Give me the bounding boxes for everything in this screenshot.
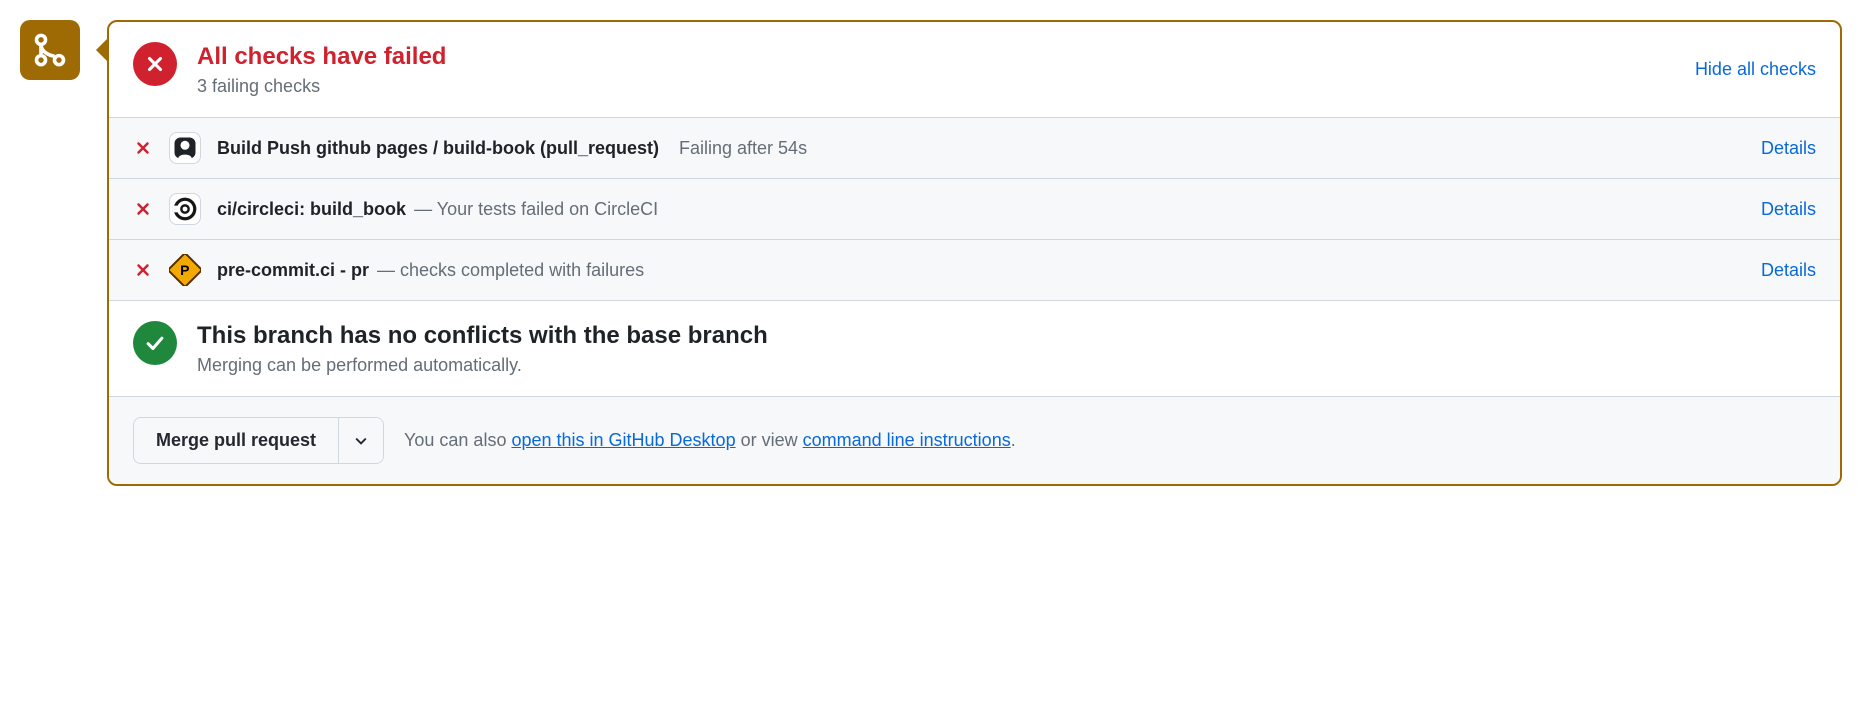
merge-status-panel: All checks have failed 3 failing checks … bbox=[107, 20, 1842, 486]
precommit-icon: P bbox=[169, 254, 201, 286]
check-details-link[interactable]: Details bbox=[1761, 260, 1816, 281]
check-desc: — checks completed with failures bbox=[377, 260, 644, 281]
chevron-down-icon bbox=[355, 435, 367, 447]
command-line-instructions-link[interactable]: command line instructions bbox=[803, 430, 1011, 450]
merge-footer-text: You can also open this in GitHub Desktop… bbox=[404, 430, 1016, 451]
check-time: Failing after 54s bbox=[679, 138, 807, 159]
status-failed-icon bbox=[133, 42, 177, 86]
merge-subtitle: Merging can be performed automatically. bbox=[197, 355, 1816, 376]
status-success-icon bbox=[133, 321, 177, 365]
checks-title: All checks have failed bbox=[197, 42, 1675, 72]
fail-x-icon bbox=[133, 260, 153, 280]
timeline-merge-badge bbox=[20, 20, 80, 80]
check-row: P pre-commit.ci - pr — checks completed … bbox=[109, 239, 1840, 300]
check-icon bbox=[144, 332, 166, 354]
check-details-link[interactable]: Details bbox=[1761, 199, 1816, 220]
checks-header: All checks have failed 3 failing checks … bbox=[109, 22, 1840, 117]
check-list: Build Push github pages / build-book (pu… bbox=[109, 117, 1840, 300]
footer-prefix: You can also bbox=[404, 430, 511, 450]
merge-button-group: Merge pull request bbox=[133, 417, 384, 464]
merge-footer: Merge pull request You can also open thi… bbox=[109, 396, 1840, 484]
circleci-icon bbox=[169, 193, 201, 225]
fail-x-icon bbox=[133, 199, 153, 219]
merge-status-section: This branch has no conflicts with the ba… bbox=[109, 300, 1840, 396]
git-merge-icon bbox=[32, 32, 68, 68]
check-name: ci/circleci: build_book bbox=[217, 199, 406, 220]
hide-all-checks-link[interactable]: Hide all checks bbox=[1695, 59, 1816, 80]
github-actions-icon bbox=[169, 132, 201, 164]
merge-pull-request-button[interactable]: Merge pull request bbox=[134, 418, 338, 463]
panel-caret bbox=[96, 38, 108, 62]
checks-subtitle: 3 failing checks bbox=[197, 76, 1675, 97]
fail-x-icon bbox=[133, 138, 153, 158]
check-name: pre-commit.ci - pr bbox=[217, 260, 369, 281]
merge-title: This branch has no conflicts with the ba… bbox=[197, 321, 1816, 351]
check-name: Build Push github pages / build-book (pu… bbox=[217, 138, 659, 159]
x-icon bbox=[144, 53, 166, 75]
footer-mid: or view bbox=[736, 430, 803, 450]
check-row: Build Push github pages / build-book (pu… bbox=[109, 117, 1840, 178]
merge-options-dropdown[interactable] bbox=[338, 418, 383, 463]
check-desc: — Your tests failed on CircleCI bbox=[414, 199, 658, 220]
check-details-link[interactable]: Details bbox=[1761, 138, 1816, 159]
open-github-desktop-link[interactable]: open this in GitHub Desktop bbox=[511, 430, 735, 450]
check-row: ci/circleci: build_book — Your tests fai… bbox=[109, 178, 1840, 239]
footer-suffix: . bbox=[1011, 430, 1016, 450]
